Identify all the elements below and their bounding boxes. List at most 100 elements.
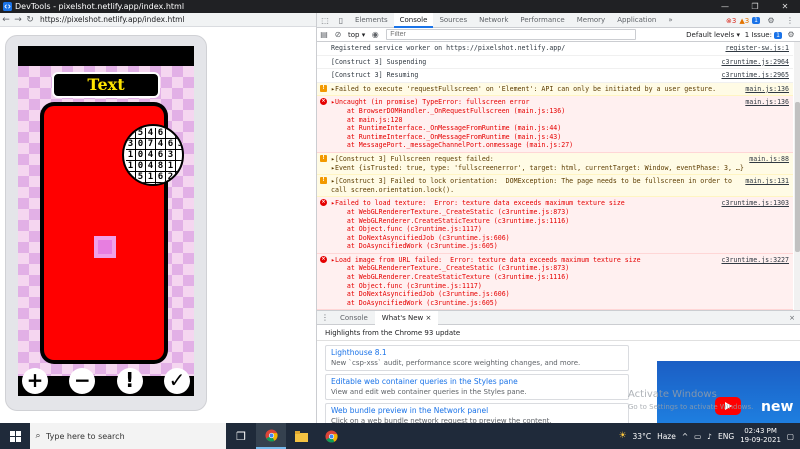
drawer-close-button[interactable]: × (789, 311, 795, 325)
source-link[interactable]: main.js:136 (745, 98, 789, 107)
chrome-icon (324, 429, 338, 443)
video-title-text: new (761, 399, 794, 415)
filter-input[interactable] (386, 29, 637, 40)
live-expression-eye-icon[interactable]: ◉ (368, 30, 382, 39)
settings-gear-icon[interactable]: ⚙ (763, 16, 779, 25)
grid-cell: 4 (156, 139, 166, 150)
more-tabs-button[interactable]: » (662, 13, 678, 28)
minimize-button[interactable]: — (710, 2, 740, 11)
clear-console-icon[interactable]: ⊘ (331, 30, 345, 39)
tab-elements[interactable]: Elements (349, 13, 394, 28)
grid-cell: 6 (156, 128, 166, 139)
grid-cell: 4 (146, 128, 156, 139)
drawer-tabbar: ⋮ Console What's New × × (317, 310, 800, 325)
reload-icon[interactable]: ↻ (24, 15, 36, 25)
chrome-taskbar-icon-2[interactable] (316, 423, 346, 449)
tab-console[interactable]: Console (393, 12, 434, 28)
task-view-icon[interactable]: ❐ (226, 423, 256, 449)
console-message-warn[interactable]: ! ▸[Construct 3] Fullscreen request faile… (317, 152, 793, 176)
game-canvas[interactable]: Text 354630746310463104815162 + − ! ✓ (18, 46, 194, 396)
issues-button[interactable]: 1 Issue: 1 (745, 28, 782, 43)
source-link[interactable]: c3runtime.js:2965 (722, 71, 790, 80)
source-link[interactable]: main.js:88 (749, 155, 789, 164)
console-message-log[interactable]: [Construct 3] Resuming c3runtime.js:2965 (317, 69, 793, 83)
device-toolbar-icon[interactable]: ▯ (333, 16, 349, 25)
card-title[interactable]: Lighthouse 8.1 (331, 348, 623, 358)
clock[interactable]: 02:43 PM 19-09-2021 (740, 427, 781, 445)
taskbar-search[interactable]: ⌕ Type here to search (30, 423, 226, 449)
url-field[interactable]: https://pixelshot.netlify.app/index.html (40, 15, 185, 24)
info-count-badge[interactable]: 1 (752, 17, 760, 24)
console-message-log[interactable]: Registered service worker on https://pix… (317, 42, 793, 56)
console-message-error[interactable]: × ▸Uncaught (in promise) TypeError: fulls… (317, 96, 793, 153)
source-link[interactable]: c3runtime.js:2964 (722, 58, 790, 67)
back-arrow-icon[interactable]: ← (0, 15, 12, 25)
console-scrollbar[interactable] (794, 42, 800, 310)
devtools-status: ⊗3 ▲3 1 ⚙ ⋮ (726, 13, 798, 28)
source-link[interactable]: register-sw.js:1 (725, 44, 789, 53)
inspect-element-icon[interactable]: ⬚ (317, 16, 333, 25)
console-message-text: ▸Load image from URL failed: Error: text… (331, 255, 641, 307)
start-button[interactable] (0, 423, 30, 449)
plus-button[interactable]: + (22, 368, 48, 394)
drawer-tab-whats-new[interactable]: What's New × (374, 310, 439, 325)
weather-sun-icon[interactable]: ☀ (618, 431, 626, 441)
tab-application[interactable]: Application (611, 13, 662, 28)
network-icon[interactable]: ▭ (694, 432, 701, 441)
source-link[interactable]: c3runtime.js:1303 (722, 199, 790, 208)
console-message-text: ▸[Construct 3] Fullscreen request failed… (331, 154, 744, 172)
console-message-error[interactable]: × ▸Failed to load texture: Error: texture… (317, 197, 793, 254)
address-bar: ← → ↻ https://pixelshot.netlify.app/inde… (0, 13, 316, 27)
close-window-button[interactable]: ✕ (770, 2, 800, 11)
check-button[interactable]: ✓ (163, 368, 190, 394)
error-count-badge[interactable]: ⊗3 (726, 17, 736, 25)
console-message-text: [Construct 3] Suspending (331, 57, 427, 66)
console-message-warn[interactable]: ! ▸Failed to execute 'requestFullscreen' … (317, 82, 793, 97)
grid-cell: 1 (126, 161, 136, 172)
tab-performance[interactable]: Performance (514, 13, 570, 28)
weather-text[interactable]: Haze (657, 432, 676, 441)
source-link[interactable]: c3runtime.js:3227 (722, 256, 790, 265)
forward-arrow-icon[interactable]: → (12, 15, 24, 25)
pixel-target[interactable] (94, 236, 116, 258)
sidebar-toggle-icon[interactable]: ▤ (317, 30, 331, 39)
window-title: DevTools - pixelshot.netlify.app/index.h… (15, 2, 185, 11)
scrollbar-thumb[interactable] (795, 102, 800, 252)
grid-cell: 7 (146, 139, 156, 150)
log-levels-dropdown[interactable]: Default levels ▾ (686, 28, 740, 42)
grid-cell: 6 (166, 139, 176, 150)
source-link[interactable]: main.js:136 (745, 85, 789, 94)
grid-cell (166, 128, 176, 139)
grid-cell: 2 (166, 172, 176, 183)
tab-sources[interactable]: Sources (433, 13, 473, 28)
page-viewport: Text 354630746310463104815162 + − ! ✓ (0, 27, 316, 423)
console-message-error[interactable]: × ▸Load image from URL failed: Error: tex… (317, 253, 793, 310)
notifications-icon[interactable]: ▢ (787, 432, 794, 441)
context-selector[interactable]: top ▾ (345, 31, 368, 39)
tab-network[interactable]: Network (473, 13, 514, 28)
volume-icon[interactable]: ♪ (707, 432, 712, 441)
language-indicator[interactable]: ENG (718, 432, 734, 441)
whats-new-card[interactable]: Lighthouse 8.1 New `csp-xss` audit, perf… (325, 345, 629, 371)
activate-windows-watermark: Activate Windows Go to Settings to activ… (628, 389, 754, 411)
console-message-log[interactable]: [Construct 3] Suspending c3runtime.js:296… (317, 56, 793, 70)
console-message-warn[interactable]: ! ▸[Construct 3] Failed to lock orientati… (317, 175, 793, 198)
minus-button[interactable]: − (69, 368, 96, 394)
kebab-menu-icon[interactable]: ⋮ (782, 16, 798, 25)
card-title[interactable]: Web bundle preview in the Network panel (331, 406, 623, 416)
source-link[interactable]: main.js:131 (745, 177, 789, 186)
drawer-menu-icon[interactable]: ⋮ (317, 313, 333, 322)
card-title[interactable]: Editable web container queries in the St… (331, 377, 623, 387)
temperature[interactable]: 33°C (633, 432, 652, 441)
file-explorer-icon[interactable] (286, 423, 316, 449)
chrome-taskbar-icon[interactable] (256, 423, 286, 449)
hint-button[interactable]: ! (116, 368, 143, 394)
maximize-button[interactable]: ❐ (740, 2, 770, 11)
whats-new-card[interactable]: Editable web container queries in the St… (325, 374, 629, 400)
console-settings-gear-icon[interactable]: ⚙ (784, 28, 798, 42)
devtools-drawer: ⋮ Console What's New × × Highlights from… (317, 310, 800, 429)
tab-memory[interactable]: Memory (571, 13, 611, 28)
warning-count-badge[interactable]: ▲3 (739, 17, 749, 25)
tray-chevron-icon[interactable]: ^ (682, 432, 688, 441)
drawer-tab-console[interactable]: Console (333, 311, 375, 325)
